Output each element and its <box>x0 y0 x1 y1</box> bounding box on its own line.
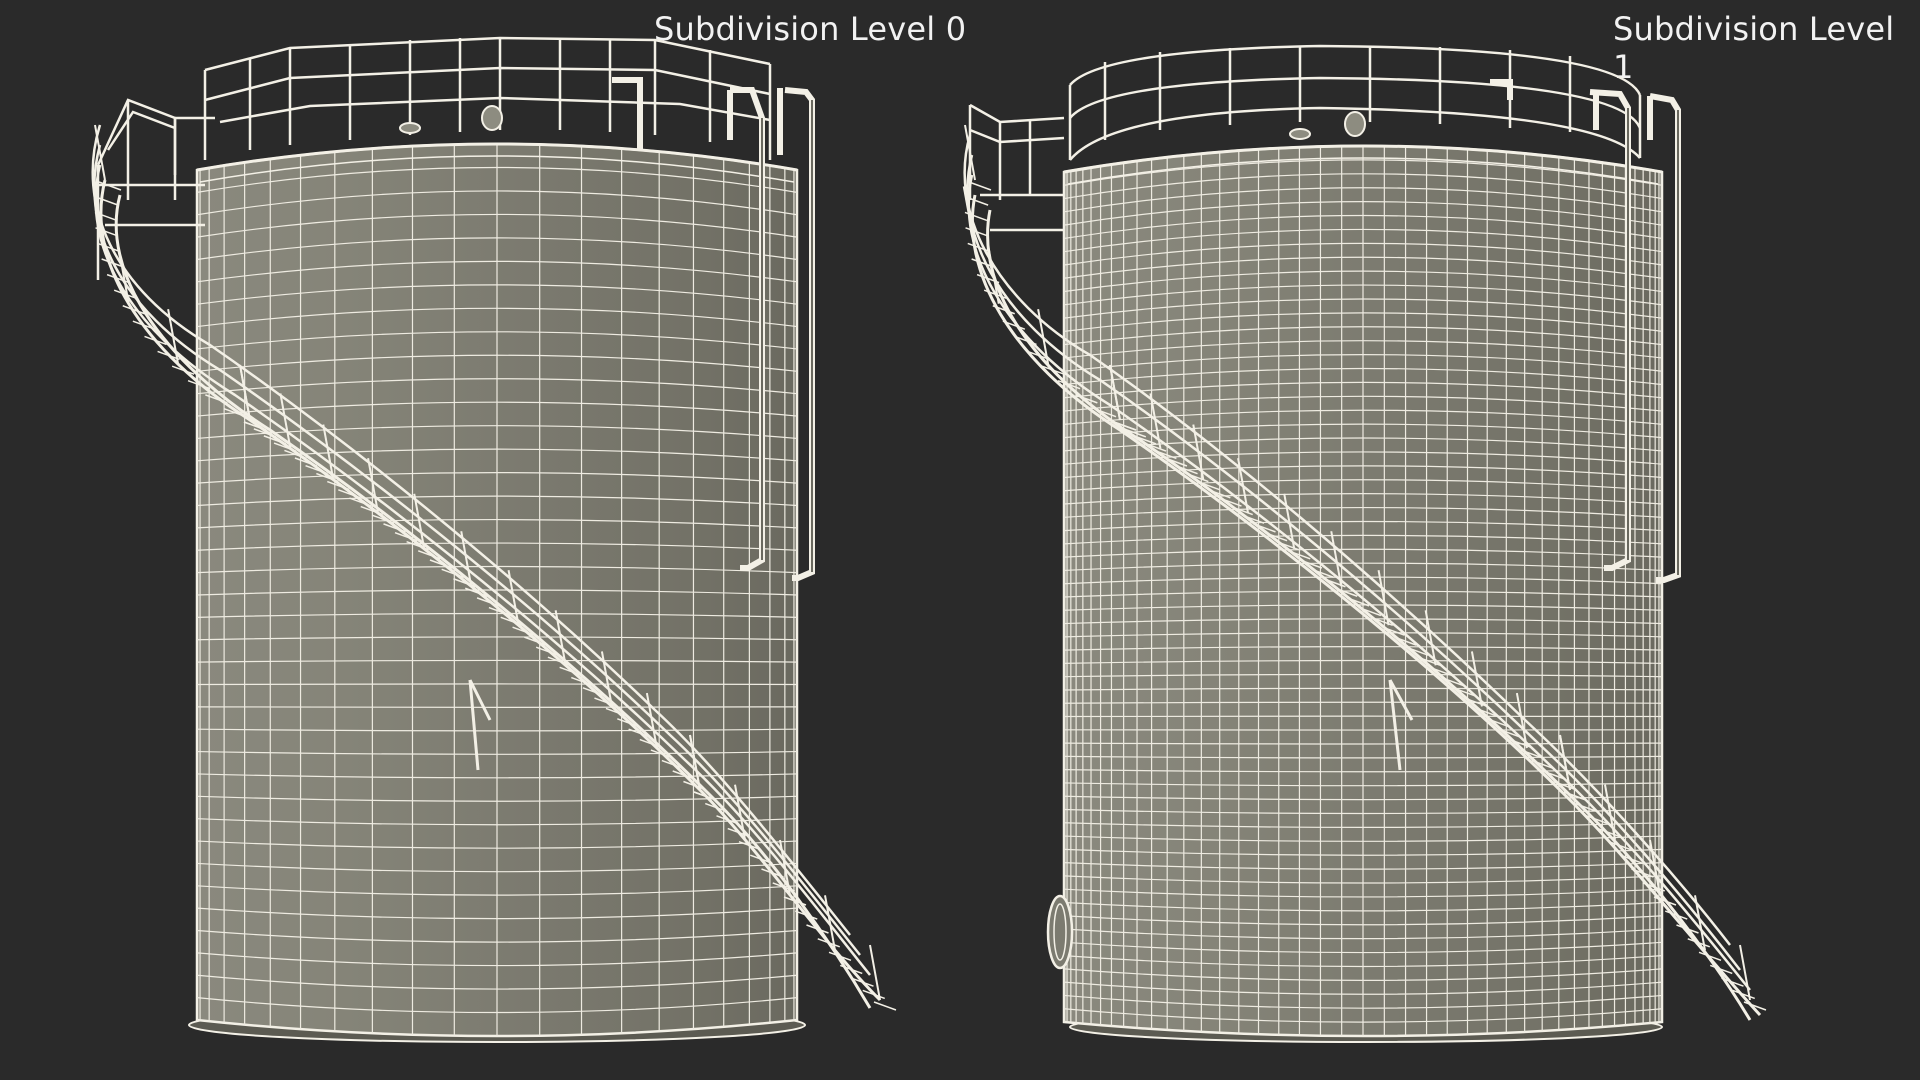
tank-model-level-1 <box>962 44 1767 1043</box>
top-railing <box>1068 44 1642 161</box>
top-railing <box>203 36 772 160</box>
stair-tread <box>873 1001 897 1011</box>
tank-model-level-0 <box>91 36 897 1043</box>
render-viewport <box>91 36 1767 1043</box>
stair-tread <box>839 964 863 975</box>
landing-railing <box>968 103 1065 232</box>
manway-hatch <box>1046 894 1074 970</box>
grid-line <box>196 706 798 708</box>
stair-tread <box>95 196 119 206</box>
stair-tread <box>968 181 992 191</box>
stair-post <box>1739 944 1751 1001</box>
grid-line <box>196 683 798 686</box>
